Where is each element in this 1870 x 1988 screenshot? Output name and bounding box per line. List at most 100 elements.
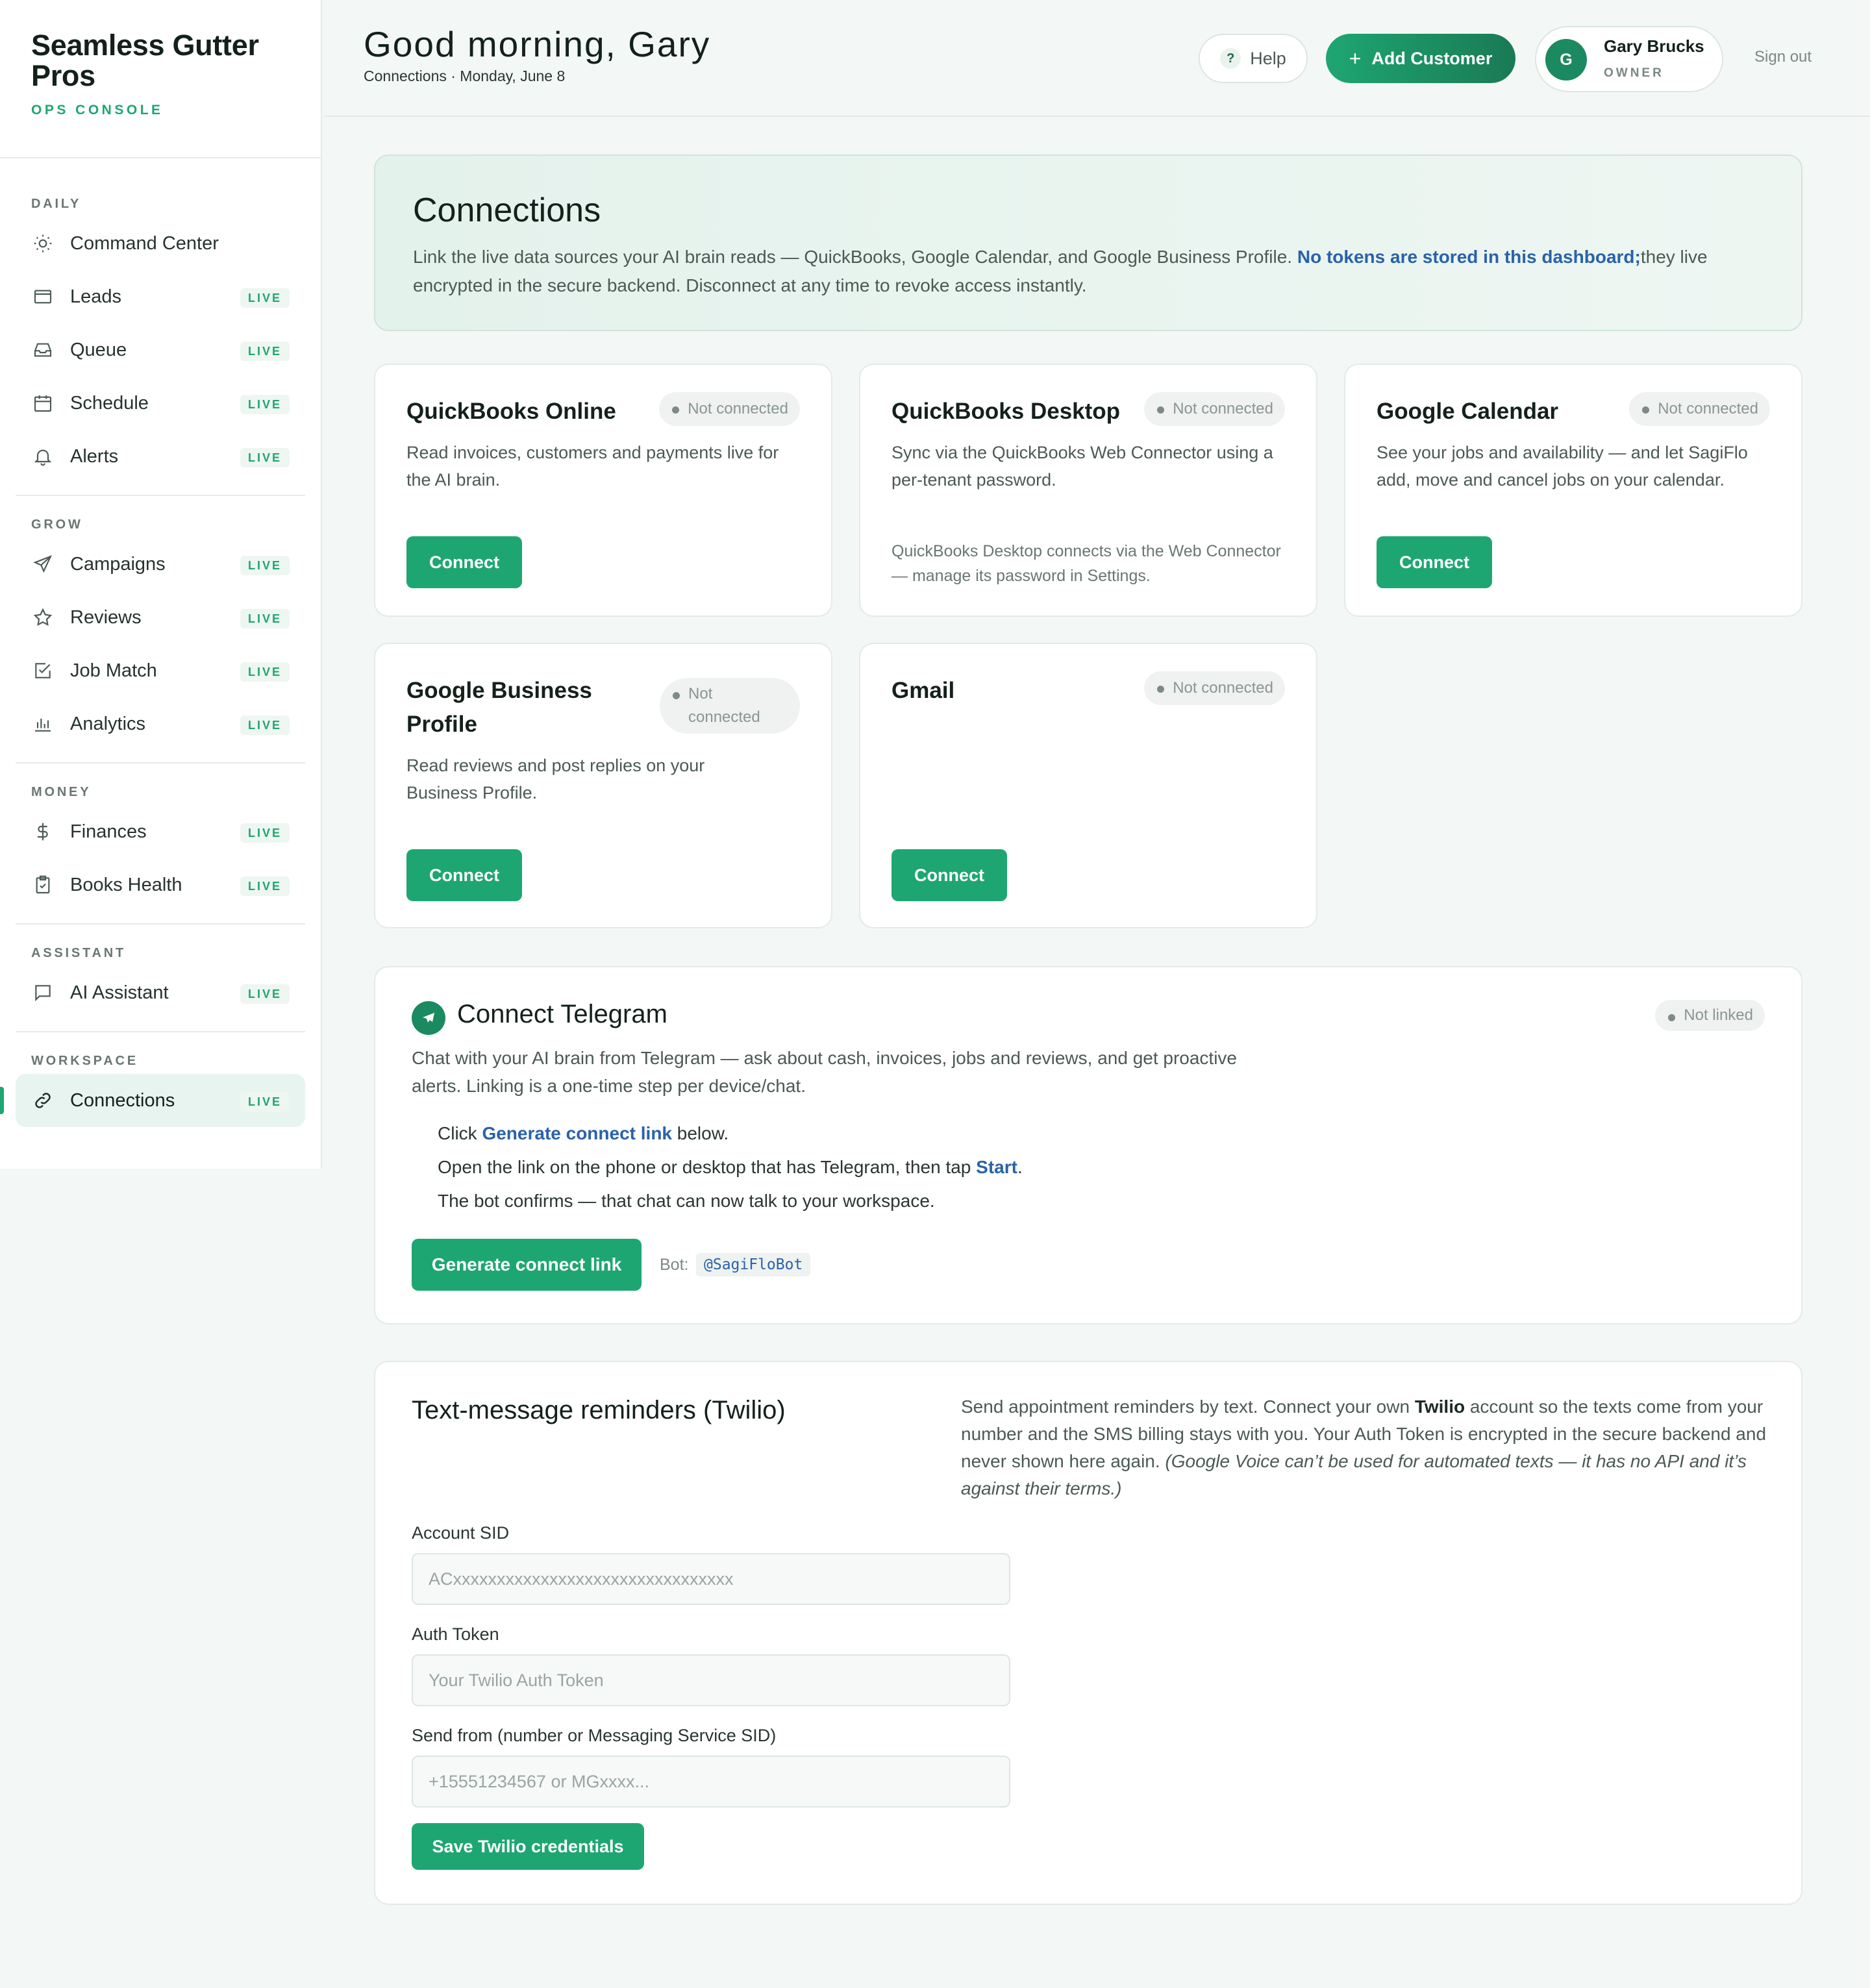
top-header: Good morning, Gary Connections · Monday,… [323, 0, 1870, 117]
card-google-business-profile: Google Business Profile Not connected Re… [374, 643, 832, 928]
card-title: Google Calendar [1377, 399, 1559, 424]
live-badge: LIVE [240, 342, 290, 361]
live-badge: LIVE [240, 395, 290, 414]
step-text: Open the link on the phone or desktop th… [438, 1157, 977, 1177]
telegram-step: Open the link on the phone or desktop th… [438, 1157, 1023, 1178]
card-description: Read invoices, customers and payments li… [406, 443, 779, 490]
sidebar-nav: DAILY Command Center Leads LIVE Queue LI… [0, 158, 321, 1127]
link-icon [31, 1089, 55, 1112]
twilio-description: Send appointment reminders by text. Conn… [961, 1393, 1773, 1502]
user-menu[interactable]: G Gary Brucks OWNER [1535, 26, 1723, 92]
sidebar-item-label: AI Assistant [70, 982, 169, 1003]
sidebar-item-command-center[interactable]: Command Center [16, 217, 305, 270]
calendar-icon [31, 391, 55, 415]
help-label: Help [1250, 48, 1286, 68]
divider [16, 1031, 305, 1032]
card-google-calendar: Google Calendar Not connected See your j… [1344, 364, 1802, 617]
sidebar-item-job-match[interactable]: Job Match LIVE [16, 644, 305, 697]
connect-button[interactable]: Connect [406, 849, 522, 901]
live-badge: LIVE [240, 662, 290, 682]
bell-icon [31, 445, 55, 468]
active-indicator [0, 1087, 4, 1114]
help-icon: ? [1220, 48, 1241, 69]
connect-button[interactable]: Connect [1377, 536, 1492, 588]
connect-button[interactable]: Connect [406, 536, 522, 588]
status-badge: Not linked [1655, 1000, 1765, 1031]
twilio-title: Text-message reminders (Twilio) [412, 1396, 786, 1424]
telegram-title: Connect Telegram [457, 1000, 667, 1028]
sidebar-item-queue[interactable]: Queue LIVE [16, 323, 305, 377]
sidebar: Seamless Gutter Pros OPS CONSOLE DAILY C… [0, 0, 322, 1169]
card-note: QuickBooks Desktop connects via the Web … [891, 542, 1281, 585]
user-name: Gary Brucks [1604, 36, 1704, 56]
send-from-field[interactable] [412, 1756, 1010, 1808]
sidebar-item-connections[interactable]: Connections LIVE [0, 1074, 305, 1127]
sidebar-item-label: Analytics [70, 713, 146, 734]
user-role: OWNER [1604, 66, 1664, 80]
sidebar-item-reviews[interactable]: Reviews LIVE [16, 591, 305, 644]
sidebar-item-finances[interactable]: Finances LIVE [16, 805, 305, 858]
star-icon [31, 606, 55, 629]
divider [16, 495, 305, 496]
status-badge: Not connected [1629, 392, 1770, 426]
avatar: G [1545, 39, 1587, 81]
sidebar-item-alerts[interactable]: Alerts LIVE [16, 430, 305, 483]
step-emphasis: Start [976, 1157, 1017, 1177]
card-description: See your jobs and availability — and let… [1377, 443, 1748, 490]
save-twilio-button[interactable]: Save Twilio credentials [412, 1823, 644, 1870]
sidebar-item-label: Leads [70, 286, 122, 307]
sidebar-item-leads[interactable]: Leads LIVE [16, 270, 305, 323]
step-text: . [1017, 1157, 1023, 1177]
sidebar-item-label: Queue [70, 339, 127, 360]
card-gmail: Gmail Not connected Connect [859, 643, 1317, 928]
sidebar-item-label: Alerts [70, 445, 119, 467]
live-badge: LIVE [240, 876, 290, 896]
step-text: below. [672, 1123, 729, 1143]
telegram-step: Click Generate connect link below. [438, 1123, 729, 1144]
banner-desc-text: Link the live data sources your AI brain… [413, 247, 1297, 267]
live-badge: LIVE [240, 715, 290, 735]
status-badge: Not connected [1144, 671, 1285, 705]
status-badge: Not connected [660, 678, 800, 734]
live-badge: LIVE [240, 448, 290, 467]
divider [16, 923, 305, 925]
sidebar-item-campaigns[interactable]: Campaigns LIVE [16, 538, 305, 591]
sidebar-item-books-health[interactable]: Books Health LIVE [16, 858, 305, 912]
telegram-icon [412, 1001, 445, 1035]
sidebar-item-label: Finances [70, 821, 147, 842]
bar-chart-icon [31, 712, 55, 736]
nav-section-assistant: ASSISTANT [31, 946, 127, 960]
sidebar-item-schedule[interactable]: Schedule LIVE [16, 377, 305, 430]
sidebar-item-analytics[interactable]: Analytics LIVE [16, 697, 305, 751]
sidebar-item-label: Campaigns [70, 553, 166, 575]
card-quickbooks-online: QuickBooks Online Not connected Read inv… [374, 364, 832, 617]
send-from-label: Send from (number or Messaging Service S… [412, 1726, 777, 1745]
sidebar-item-label: Schedule [70, 392, 149, 414]
page-greeting: Good morning, Gary [364, 24, 711, 64]
check-square-icon [31, 659, 55, 682]
nav-section-workspace: WORKSPACE [31, 1054, 138, 1068]
card-title: QuickBooks Online [406, 399, 616, 424]
live-badge: LIVE [240, 984, 290, 1004]
connect-button[interactable]: Connect [891, 849, 1007, 901]
telegram-step: The bot confirms — that chat can now tal… [438, 1191, 935, 1211]
connections-banner: Connections Link the live data sources y… [374, 155, 1802, 331]
banner-desc-emphasis: No tokens are stored in this dashboard; [1297, 247, 1641, 267]
generate-connect-link-button[interactable]: Generate connect link [412, 1239, 642, 1291]
sign-out-link[interactable]: Sign out [1754, 48, 1812, 66]
bot-label: Bot: [660, 1256, 689, 1274]
auth-token-field[interactable] [412, 1654, 1010, 1706]
nav-section-money: MONEY [31, 785, 92, 799]
add-customer-button[interactable]: + Add Customer [1326, 34, 1515, 83]
telegram-panel: Connect Telegram Not linked Chat with yo… [374, 966, 1802, 1324]
account-sid-field[interactable] [412, 1553, 1010, 1605]
live-badge: LIVE [240, 556, 290, 575]
plus-icon: + [1349, 46, 1362, 70]
dollar-icon [31, 820, 55, 843]
twilio-desc-emphasis: Twilio [1414, 1397, 1465, 1417]
auth-token-label: Auth Token [412, 1624, 499, 1644]
sidebar-item-label: Reviews [70, 606, 142, 628]
card-description: Sync via the QuickBooks Web Connector us… [891, 443, 1273, 490]
help-button[interactable]: ? Help [1199, 34, 1308, 83]
sidebar-item-ai-assistant[interactable]: AI Assistant LIVE [16, 966, 305, 1019]
